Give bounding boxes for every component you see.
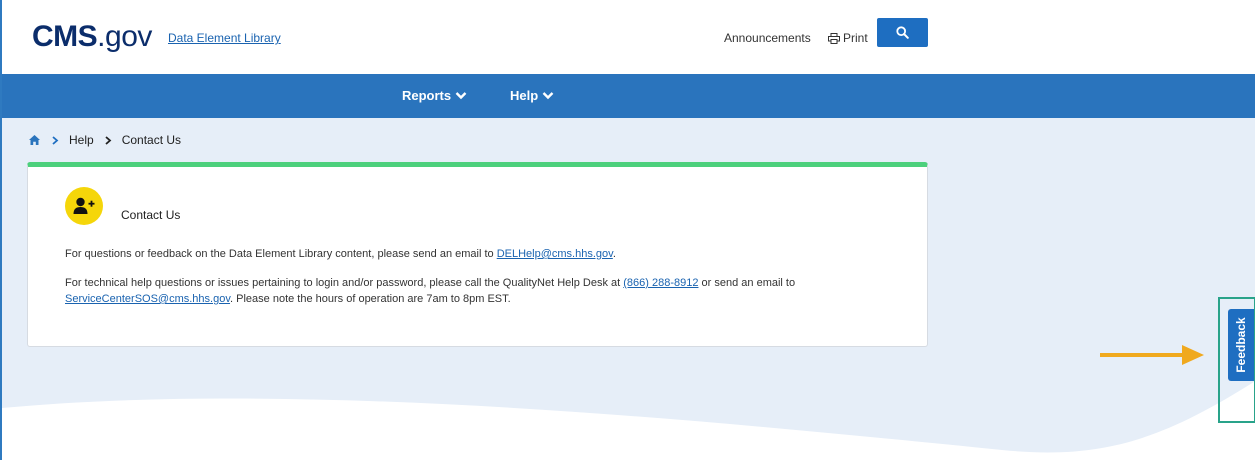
home-icon[interactable] (28, 134, 41, 146)
helpdesk-phone-link[interactable]: (866) 288-8912 (623, 277, 698, 289)
para1-text: For questions or feedback on the Data El… (65, 248, 497, 260)
cms-logo[interactable]: CMS.gov (32, 20, 152, 54)
breadcrumb-help[interactable]: Help (69, 133, 94, 147)
para2-text: For technical help questions or issues p… (65, 277, 624, 289)
feedback-button[interactable]: Feedback (1228, 309, 1254, 381)
chevron-down-icon (542, 92, 554, 100)
breadcrumb: Help Contact Us (28, 133, 181, 147)
main-nav: Reports Help (2, 74, 1255, 118)
chevron-right-icon (52, 135, 59, 145)
nav-reports-label: Reports (402, 88, 452, 103)
background-wave (2, 381, 1255, 460)
para2-end: . Please note the hours of operation are… (230, 293, 511, 305)
para2-mid: or send an email to (698, 277, 796, 289)
chevron-right-icon (105, 135, 112, 145)
chevron-down-icon (455, 92, 467, 100)
logo-bold: CMS (32, 20, 98, 53)
para1-end: . (612, 248, 616, 260)
nav-help-label: Help (510, 88, 539, 103)
email-paragraph: For questions or feedback on the Data El… (65, 246, 616, 262)
printer-icon (828, 32, 840, 44)
nav-help[interactable]: Help (510, 88, 554, 103)
contact-card: Contact Us For questions or feedback on … (27, 162, 928, 347)
servicecenter-email-link[interactable]: ServiceCenterSOS@cms.hhs.gov (65, 293, 230, 305)
delhelp-email-link[interactable]: DELHelp@cms.hhs.gov (497, 248, 613, 260)
data-element-library-link[interactable]: Data Element Library (168, 31, 281, 45)
helpdesk-paragraph: For technical help questions or issues p… (65, 275, 925, 307)
logo-rest: .gov (97, 20, 152, 53)
add-user-icon (73, 197, 95, 214)
announcements-link[interactable]: Announcements (724, 31, 811, 45)
feedback-label: Feedback (1234, 317, 1248, 373)
site-header: CMS.gov Data Element Library Announcemen… (2, 0, 1255, 74)
search-icon (896, 26, 909, 39)
card-title: Contact Us (121, 208, 181, 222)
search-button[interactable] (877, 18, 928, 47)
contact-avatar (65, 187, 103, 225)
print-link[interactable]: Print (828, 31, 868, 45)
annotation-arrow-icon (1100, 345, 1204, 365)
print-label: Print (843, 31, 868, 45)
nav-reports[interactable]: Reports (402, 88, 467, 103)
page-frame: CMS.gov Data Element Library Announcemen… (0, 0, 1255, 460)
breadcrumb-contact-us: Contact Us (121, 133, 182, 147)
